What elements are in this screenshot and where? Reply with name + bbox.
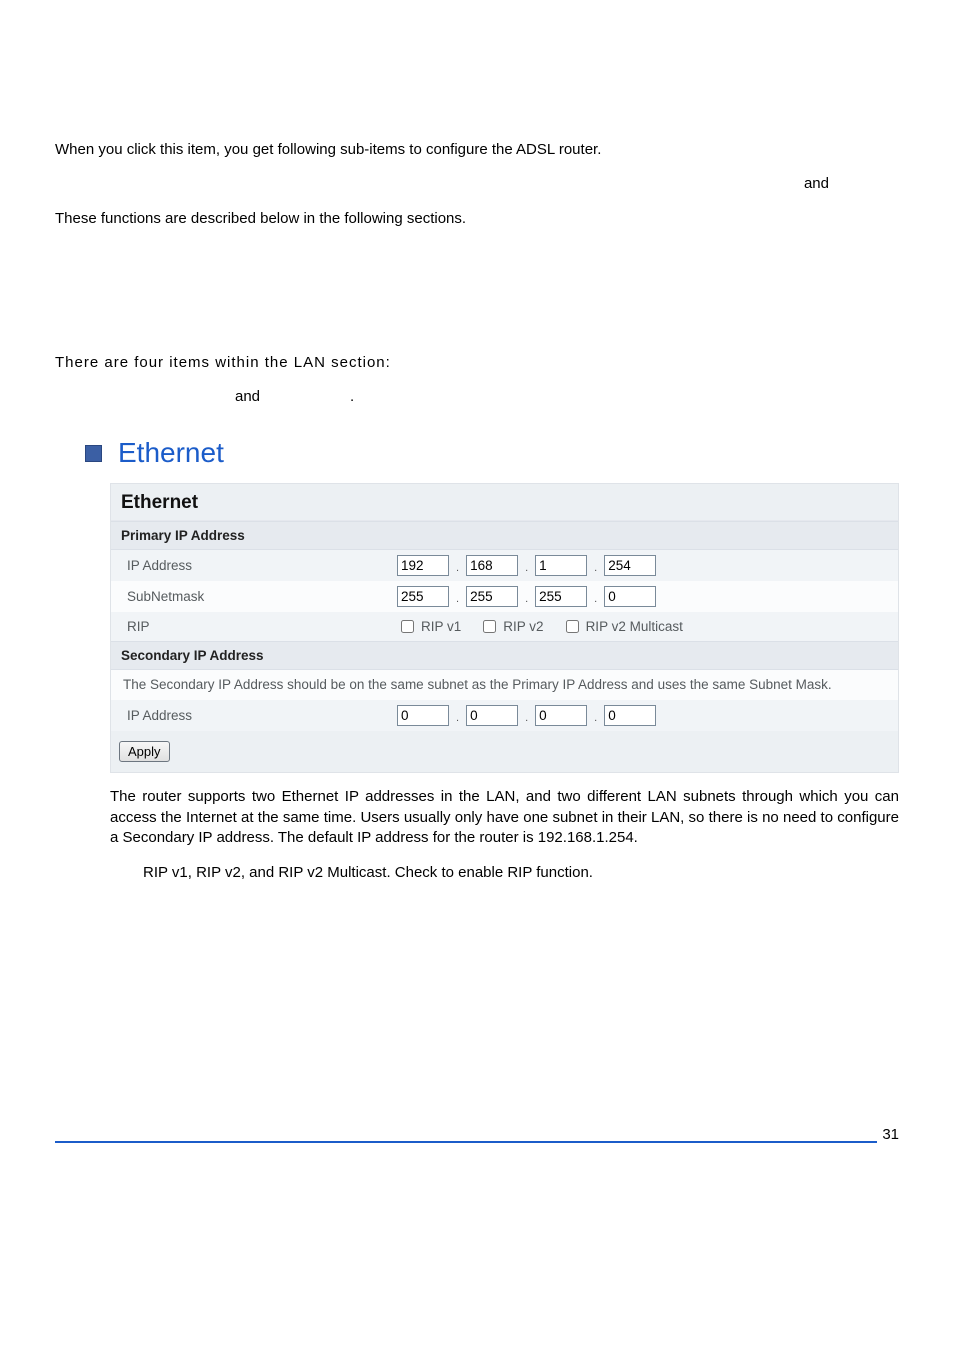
page-number: 31 bbox=[877, 1126, 899, 1143]
body-paragraph: The router supports two Ethernet IP addr… bbox=[110, 787, 899, 848]
label-secondary-ip: IP Address bbox=[121, 708, 397, 723]
primary-ip-2[interactable] bbox=[466, 555, 518, 576]
dot-icon: . bbox=[591, 562, 600, 576]
dot-icon: . bbox=[522, 712, 531, 726]
secondary-note: The Secondary IP Address should be on th… bbox=[111, 670, 898, 700]
secondary-ip-4[interactable] bbox=[604, 705, 656, 726]
panel-title: Ethernet bbox=[111, 484, 898, 521]
row-rip: RIP RIP v1 RIP v2 RIP v2 Multicast bbox=[111, 612, 898, 641]
row-ip-address: IP Address . . . bbox=[111, 550, 898, 581]
footer-line: 31 bbox=[55, 1123, 899, 1143]
apply-button[interactable]: Apply bbox=[119, 741, 170, 762]
label-subnet: SubNetmask bbox=[121, 589, 397, 604]
subnet-4[interactable] bbox=[604, 586, 656, 607]
dot-icon: . bbox=[522, 593, 531, 607]
subnet-2[interactable] bbox=[466, 586, 518, 607]
ethernet-panel: Ethernet Primary IP Address IP Address .… bbox=[110, 483, 899, 773]
intro-and: and bbox=[55, 174, 899, 194]
section-bullet-icon bbox=[85, 445, 102, 462]
rip-v2-label: RIP v2 bbox=[503, 619, 543, 634]
section-title: Ethernet bbox=[118, 437, 224, 469]
rip-v1-label: RIP v1 bbox=[421, 619, 461, 634]
secondary-ip-2[interactable] bbox=[466, 705, 518, 726]
secondary-ip-3[interactable] bbox=[535, 705, 587, 726]
subnet-3[interactable] bbox=[535, 586, 587, 607]
intro-p2: These functions are described below in t… bbox=[55, 209, 899, 229]
rip-paragraph: RIP v1, RIP v2, and RIP v2 Multicast. Ch… bbox=[143, 863, 899, 883]
lan-line2: and. bbox=[55, 387, 899, 407]
row-subnet: SubNetmask . . . bbox=[111, 581, 898, 612]
primary-ip-header: Primary IP Address bbox=[111, 521, 898, 550]
row-secondary-ip: IP Address . . . bbox=[111, 700, 898, 731]
intro-p1: When you click this item, you get follow… bbox=[55, 140, 899, 160]
dot-icon: . bbox=[591, 593, 600, 607]
rip-v2m-label: RIP v2 Multicast bbox=[586, 619, 683, 634]
dot-icon: . bbox=[591, 712, 600, 726]
rip-v1-checkbox[interactable] bbox=[401, 620, 414, 633]
primary-ip-4[interactable] bbox=[604, 555, 656, 576]
dot-icon: . bbox=[453, 593, 462, 607]
label-rip: RIP bbox=[121, 619, 397, 634]
label-ip: IP Address bbox=[121, 558, 397, 573]
subnet-1[interactable] bbox=[397, 586, 449, 607]
primary-ip-1[interactable] bbox=[397, 555, 449, 576]
primary-ip-3[interactable] bbox=[535, 555, 587, 576]
dot-icon: . bbox=[453, 562, 462, 576]
rip-v2-checkbox[interactable] bbox=[483, 620, 496, 633]
dot-icon: . bbox=[522, 562, 531, 576]
secondary-ip-header: Secondary IP Address bbox=[111, 641, 898, 670]
dot-icon: . bbox=[453, 712, 462, 726]
secondary-ip-1[interactable] bbox=[397, 705, 449, 726]
rip-v2m-checkbox[interactable] bbox=[566, 620, 579, 633]
lan-line1: There are four items within the LAN sect… bbox=[55, 353, 899, 373]
